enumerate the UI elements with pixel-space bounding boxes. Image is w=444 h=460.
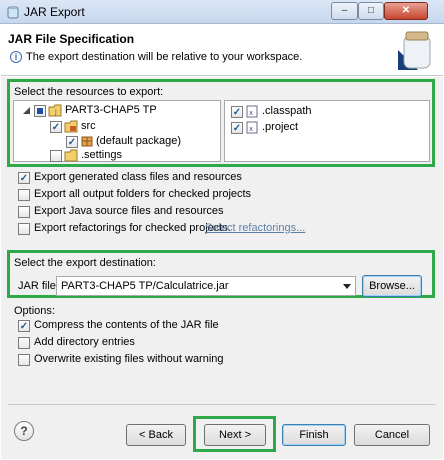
page-title: JAR File Specification <box>8 32 135 46</box>
tree-item-src[interactable]: src <box>81 120 96 132</box>
svg-text:x: x <box>249 125 253 133</box>
resources-label: Select the resources to export: <box>14 86 164 98</box>
back-button[interactable]: < Back <box>126 424 186 446</box>
svg-text:x: x <box>249 109 253 117</box>
close-button[interactable]: ✕ <box>384 2 428 20</box>
export-class-files-checkbox[interactable]: ✓ <box>18 172 30 184</box>
chevron-down-icon[interactable] <box>339 277 355 295</box>
add-directory-label[interactable]: Add directory entries <box>34 336 135 348</box>
tree-item-settings[interactable]: .settings <box>81 149 122 161</box>
overwrite-label[interactable]: Overwrite existing files without warning <box>34 353 224 365</box>
svg-text:J: J <box>54 109 57 116</box>
file-item-classpath[interactable]: .classpath <box>262 105 312 117</box>
export-class-files-label[interactable]: Export generated class files and resourc… <box>34 171 242 183</box>
overwrite-checkbox[interactable] <box>18 354 30 366</box>
jar-banner-icon <box>398 31 431 70</box>
collapse-triangle-icon[interactable] <box>22 106 31 115</box>
file-checkbox-classpath[interactable]: ✓ <box>231 106 243 118</box>
add-directory-checkbox[interactable] <box>18 337 30 349</box>
jar-app-icon <box>7 6 19 19</box>
cancel-button[interactable]: Cancel <box>354 424 430 446</box>
export-refactorings-checkbox[interactable] <box>18 223 30 235</box>
tree-checkbox-src[interactable]: ✓ <box>50 121 62 133</box>
options-label: Options: <box>14 305 55 317</box>
tree-item-project[interactable]: PART3-CHAP5 TP <box>65 104 157 116</box>
jar-file-input[interactable]: PART3-CHAP5 TP/Calculatrice.jar <box>56 276 356 296</box>
xml-file-icon: x <box>246 105 258 118</box>
maximize-button[interactable]: □ <box>358 2 384 20</box>
destination-label: Select the export destination: <box>14 257 156 269</box>
help-button[interactable]: ? <box>14 421 34 441</box>
page-description: The export destination will be relative … <box>26 51 303 63</box>
folder-icon <box>64 149 78 162</box>
source-folder-icon <box>64 120 78 133</box>
export-output-folders-label[interactable]: Export all output folders for checked pr… <box>34 188 251 200</box>
select-refactorings-link[interactable]: Select refactorings... <box>205 222 305 234</box>
file-checkbox-project[interactable]: ✓ <box>231 122 243 134</box>
browse-button[interactable]: Browse... <box>362 275 422 297</box>
tree-checkbox-settings[interactable] <box>50 150 62 162</box>
export-source-files-checkbox[interactable] <box>18 206 30 218</box>
xml-file-icon: x <box>246 121 258 134</box>
project-icon: J <box>48 104 62 117</box>
tree-checkbox-project[interactable] <box>34 105 46 117</box>
info-icon: i <box>10 51 22 63</box>
compress-checkbox[interactable]: ✓ <box>18 320 30 332</box>
package-icon <box>81 136 93 147</box>
next-button[interactable]: Next > <box>204 424 266 446</box>
tree-item-default-package[interactable]: (default package) <box>96 135 181 147</box>
export-source-files-label[interactable]: Export Java source files and resources <box>34 205 224 217</box>
compress-label[interactable]: Compress the contents of the JAR file <box>34 319 219 331</box>
footer-separator <box>8 404 436 405</box>
finish-button[interactable]: Finish <box>282 424 346 446</box>
file-item-project[interactable]: .project <box>262 121 298 133</box>
export-output-folders-checkbox[interactable] <box>18 189 30 201</box>
export-refactorings-label[interactable]: Export refactorings for checked projects… <box>34 222 231 234</box>
minimize-button[interactable]: – <box>331 2 358 20</box>
jar-file-label: JAR file: <box>18 280 59 292</box>
window-title: JAR Export <box>24 5 85 19</box>
tree-checkbox-default-package[interactable]: ✓ <box>66 136 78 148</box>
